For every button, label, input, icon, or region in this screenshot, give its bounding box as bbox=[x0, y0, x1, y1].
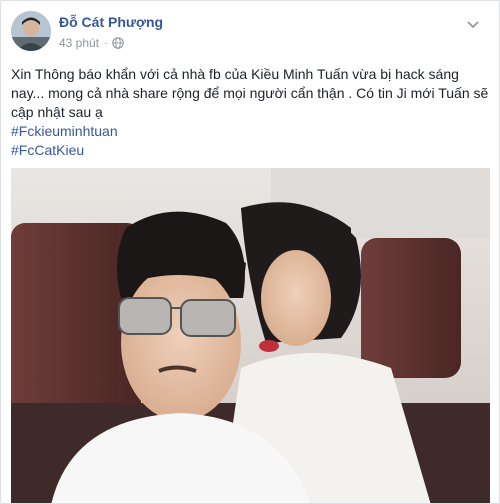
avatar-image bbox=[11, 11, 51, 51]
post-options-chevron-icon[interactable] bbox=[465, 17, 481, 33]
author-avatar[interactable] bbox=[11, 11, 51, 51]
post-time[interactable]: 43 phút bbox=[59, 36, 99, 50]
post-photo[interactable] bbox=[11, 168, 490, 503]
globe-icon[interactable] bbox=[112, 37, 125, 49]
post-header: Đỗ Cát Phượng 43 phút · bbox=[11, 11, 481, 55]
post-card: Đỗ Cát Phượng 43 phút · Xin Thông báo kh… bbox=[0, 0, 500, 504]
post-body: Xin Thông báo khẩn với cả nhà fb của Kiề… bbox=[11, 65, 489, 160]
hashtag-link[interactable]: #FcCatKieu bbox=[11, 141, 489, 160]
post-meta: 43 phút · bbox=[59, 36, 125, 50]
selfie-photo bbox=[11, 168, 490, 503]
post-message: Xin Thông báo khẩn với cả nhà fb của Kiề… bbox=[11, 66, 489, 120]
hashtag-link[interactable]: #Fckieuminhtuan bbox=[11, 122, 489, 141]
meta-separator: · bbox=[104, 37, 108, 49]
author-name[interactable]: Đỗ Cát Phượng bbox=[59, 14, 163, 30]
